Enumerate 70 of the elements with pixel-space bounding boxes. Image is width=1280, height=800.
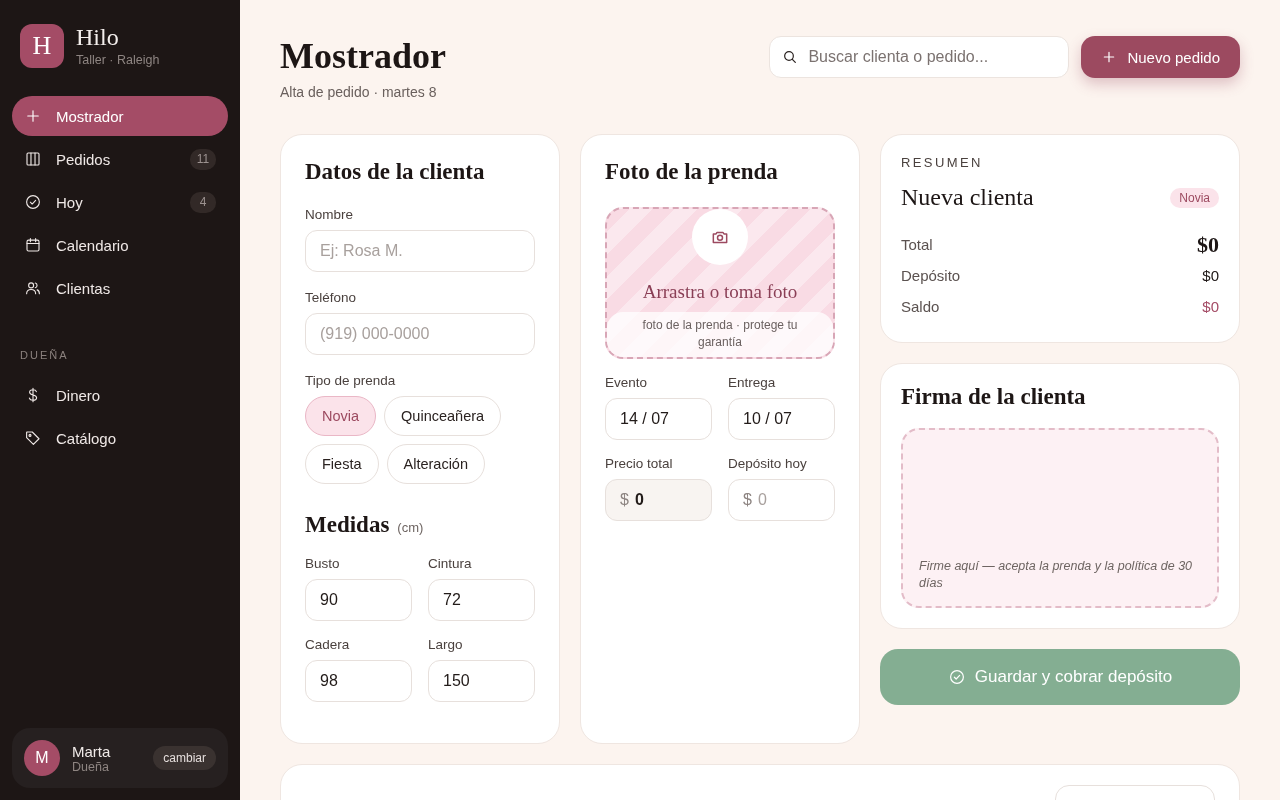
check-circle-icon <box>947 668 966 686</box>
date-field[interactable]: 14 / 07 <box>605 398 712 440</box>
price-field[interactable]: $ 0 <box>728 479 835 521</box>
sidebar-item[interactable]: Calendario <box>12 225 228 265</box>
page-subtitle: Alta de pedido · martes 8 <box>280 84 438 100</box>
user-avatar: M <box>24 740 60 776</box>
garment-tag: Novia <box>1170 187 1219 208</box>
calendar-icon <box>24 236 42 254</box>
tag-icon <box>24 429 42 447</box>
sidebar-item[interactable]: Catálogo <box>12 418 228 458</box>
field-label: Precio total <box>605 456 674 471</box>
garment-chip[interactable]: Novia <box>305 396 377 436</box>
brand-name: Hilo <box>76 24 120 51</box>
sidebar-item[interactable]: Dinero <box>12 375 228 415</box>
field-label: Evento <box>605 375 649 390</box>
drop-hint: foto de la prenda · protege tu garantía <box>607 312 833 357</box>
plus-icon <box>24 107 42 125</box>
count-badge: 4 <box>190 191 216 213</box>
page-title: Mostrador <box>280 36 447 76</box>
summary-value: $0 <box>1197 231 1219 258</box>
field-label: Depósito hoy <box>728 456 808 471</box>
users-icon <box>24 279 42 297</box>
brand-subtitle: Taller · Raleigh <box>76 53 160 68</box>
field-label: Largo <box>428 637 464 652</box>
garment-chip[interactable]: Fiesta <box>305 444 379 484</box>
new-order-button[interactable]: Nuevo pedido <box>1081 36 1240 78</box>
count-badge: 11 <box>190 148 216 170</box>
unit-label: (cm) <box>397 520 424 535</box>
logo: H <box>20 24 64 68</box>
card-title: Foto de la prenda <box>605 159 779 185</box>
user-name: Marta <box>72 742 112 760</box>
field-label: Cintura <box>428 556 473 571</box>
input-field[interactable]: 90 <box>305 579 412 621</box>
sidebar-item[interactable]: Hoy 4 <box>12 182 228 222</box>
sidebar-item[interactable]: Mostrador <box>12 96 228 136</box>
summary-label: Saldo <box>901 298 940 315</box>
client-name: Nueva clienta <box>901 184 1034 211</box>
field-label: Nombre <box>305 207 354 222</box>
section-label: RESUMEN <box>901 155 984 170</box>
search-icon <box>782 49 799 65</box>
field-label: Tipo de prenda <box>305 373 397 388</box>
sidebar-item[interactable]: Pedidos 11 <box>12 139 228 179</box>
summary-label: Depósito <box>901 267 961 284</box>
photo-drop-zone[interactable]: Arrastra o toma foto foto de la prenda · protege tu garantía <box>605 207 835 359</box>
search-field[interactable]: Buscar clienta o pedido... <box>769 36 1070 78</box>
date-field[interactable]: 10 / 07 <box>728 398 835 440</box>
summary-value: $0 <box>1202 267 1219 284</box>
columns-icon <box>24 150 42 168</box>
price-field[interactable]: $ 0 <box>605 479 712 521</box>
input-field[interactable]: 150 <box>428 660 535 702</box>
input-field[interactable]: 72 <box>428 579 535 621</box>
input-field[interactable]: 98 <box>305 660 412 702</box>
card-title: Firma de la clienta <box>901 384 1087 410</box>
user-role: Dueña <box>72 759 110 774</box>
garment-chip[interactable]: Alteración <box>386 444 485 484</box>
summary-label: Total <box>901 236 933 253</box>
check-circle-icon <box>24 193 42 211</box>
field-label: Cadera <box>305 637 351 652</box>
field-label: Teléfono <box>305 290 358 305</box>
section-title: Medidas <box>305 512 390 538</box>
card-title: Datos de la clienta <box>305 159 486 185</box>
drop-title: Arrastra o toma foto <box>642 281 798 303</box>
signature-pad[interactable]: Firme aquí — acepta la prenda y la política de 30 días <box>901 428 1219 608</box>
garment-chip[interactable]: Quinceañera <box>384 396 502 436</box>
field-label: Busto <box>305 556 341 571</box>
summary-value: $0 <box>1202 298 1219 315</box>
sidebar-item[interactable]: Clientas <box>12 268 228 308</box>
field-label: Entrega <box>728 375 777 390</box>
switch-user-button[interactable]: cambiar <box>153 746 216 770</box>
section-label: DUEÑA <box>19 349 70 361</box>
